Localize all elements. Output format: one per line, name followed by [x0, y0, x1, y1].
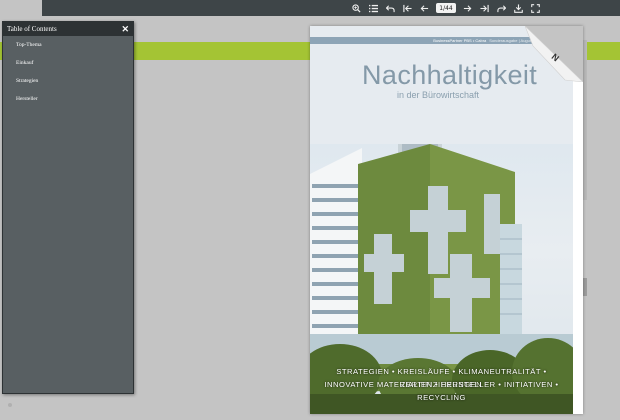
- page-counter[interactable]: 1/44: [436, 3, 456, 13]
- viewer-toolbar: 1/44: [42, 0, 620, 16]
- toc-item-einkauf[interactable]: Einkauf: [3, 56, 133, 74]
- toc-title: Table of Contents: [7, 25, 57, 33]
- cover-title: Nachhaltigkeit: [362, 60, 538, 90]
- prev-page-icon[interactable]: [416, 0, 433, 16]
- first-page-icon[interactable]: [399, 0, 416, 16]
- redo-icon[interactable]: [493, 0, 510, 16]
- toc-item-strategien[interactable]: Strategien: [3, 74, 133, 92]
- last-page-icon[interactable]: [476, 0, 493, 16]
- status-dot: [8, 403, 12, 407]
- magazine-cover[interactable]: BusinessPartner PBS • Cabra Sonderausgab…: [310, 26, 583, 414]
- cover-strip-text: BusinessPartner PBS • Cabra: [433, 38, 487, 43]
- fullscreen-icon[interactable]: [527, 0, 544, 16]
- page-corner-fold[interactable]: N: [525, 26, 583, 82]
- toc-item-hersteller[interactable]: Hersteller: [3, 92, 133, 110]
- next-page-icon[interactable]: [459, 0, 476, 16]
- page-spine: [583, 40, 587, 200]
- toc-list: Top-Thema Einkauf Strategien Hersteller: [3, 36, 133, 110]
- cover-topics: STRATEGIEN • KREISLÄUFE • KLIMANEUTRALIT…: [310, 365, 573, 402]
- page-spine-tab[interactable]: [583, 278, 587, 296]
- toc-item-top-thema[interactable]: Top-Thema: [3, 38, 133, 56]
- cover-topics-line2: INNOVATIVE MATERIALIEN • HERSTELLER • IN…: [324, 380, 559, 402]
- zoom-icon[interactable]: [348, 0, 365, 16]
- toc-header: Table of Contents ✕: [3, 22, 133, 36]
- cover-topics-line1: STRATEGIEN • KREISLÄUFE • KLIMANEUTRALIT…: [336, 367, 547, 389]
- undo-icon[interactable]: [382, 0, 399, 16]
- download-icon[interactable]: [510, 0, 527, 16]
- cover-subtitle: in der Bürowirtschaft: [397, 90, 480, 100]
- page-edge: [573, 26, 583, 414]
- list-icon[interactable]: [365, 0, 382, 16]
- toc-panel: Table of Contents ✕ Top-Thema Einkauf St…: [2, 21, 134, 394]
- close-icon[interactable]: ✕: [121, 24, 129, 34]
